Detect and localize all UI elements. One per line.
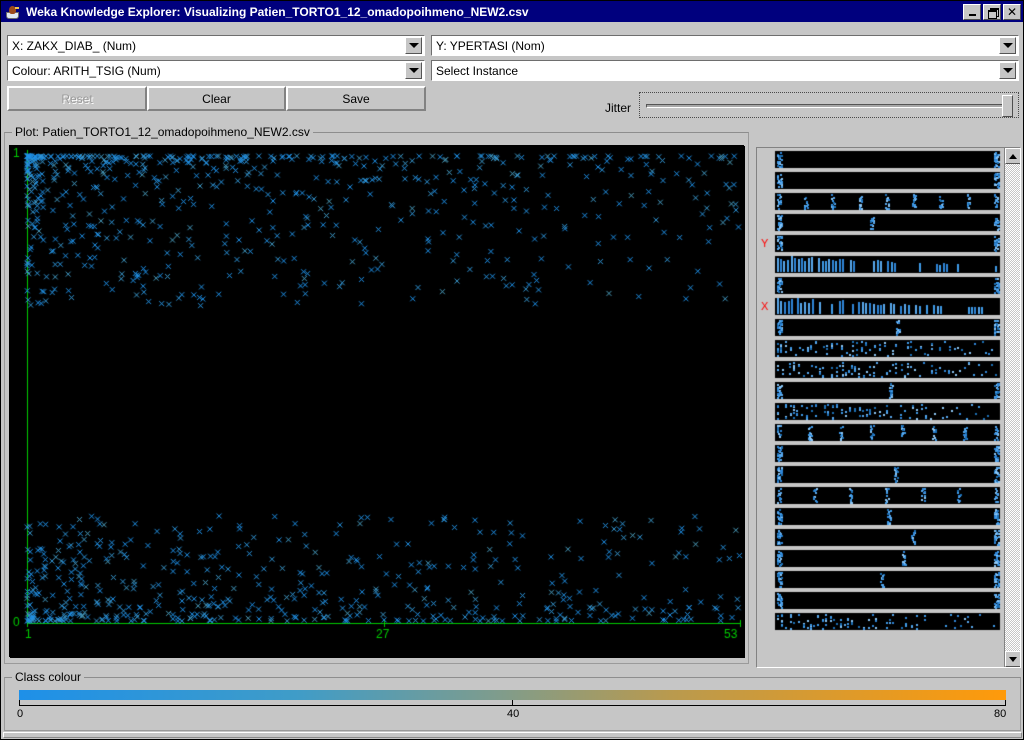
colour-combo[interactable]: Colour: ARITH_TSIG (Num) (7, 60, 425, 81)
class-colour-tick-min: 0 (17, 708, 24, 720)
y-axis-value: Y: YPERTASI (Nom) (436, 38, 545, 53)
plot-panel: Plot: Patien_TORTO1_12_omadopoihmeno_NEW… (4, 125, 749, 664)
scatter-plot-area[interactable] (9, 145, 745, 658)
axis-tick (1005, 700, 1006, 706)
select-instance-value: Select Instance (436, 63, 519, 78)
close-button[interactable]: ✕ (1003, 3, 1021, 20)
class-colour-tick-mid: 40 (507, 708, 520, 720)
attribute-scrollbar[interactable] (1004, 148, 1020, 667)
x-axis-value: X: ZAKX_DIAB_ (Num) (12, 38, 137, 53)
select-instance-combo[interactable]: Select Instance (431, 60, 1019, 81)
class-colour-panel: Class colour 0 40 80 (4, 670, 1021, 731)
reset-button[interactable]: Reset (7, 86, 147, 111)
window-controls: ✕ (963, 3, 1023, 20)
selector-toolbar: X: ZAKX_DIAB_ (Num) Y: YPERTASI (Nom) Co… (1, 22, 1023, 118)
attribute-strips-canvas[interactable] (757, 148, 1006, 667)
colour-value: Colour: ARITH_TSIG (Num) (12, 63, 161, 78)
status-bar (3, 732, 1022, 738)
chevron-down-icon[interactable] (999, 37, 1016, 54)
y-axis-combo[interactable]: Y: YPERTASI (Nom) (431, 35, 1019, 56)
triangle-down-icon[interactable] (1005, 651, 1020, 667)
chevron-down-icon[interactable] (405, 62, 422, 79)
title-bar: Weka Knowledge Explorer: Visualizing Pat… (1, 1, 1023, 22)
chevron-down-icon[interactable] (405, 37, 422, 54)
attribute-strip-panel[interactable] (756, 147, 1021, 668)
window-title: Weka Knowledge Explorer: Visualizing Pat… (26, 4, 529, 19)
chevron-down-icon[interactable] (999, 62, 1016, 79)
plot-panel-title: Plot: Patien_TORTO1_12_omadopoihmeno_NEW… (12, 125, 313, 139)
x-axis-combo[interactable]: X: ZAKX_DIAB_ (Num) (7, 35, 425, 56)
class-colour-tick-max: 80 (994, 708, 1007, 720)
class-colour-title: Class colour (12, 670, 85, 684)
jitter-thumb[interactable] (1002, 95, 1013, 117)
clear-button[interactable]: Clear (147, 86, 286, 111)
axis-tick (19, 700, 20, 706)
class-colour-gradient (19, 690, 1006, 700)
axis-tick (512, 700, 513, 706)
weka-visualize-window: Weka Knowledge Explorer: Visualizing Pat… (0, 0, 1024, 740)
weka-bird-icon (4, 3, 22, 20)
save-button[interactable]: Save (286, 86, 426, 111)
scatter-plot-canvas[interactable] (10, 146, 745, 658)
jitter-track[interactable] (646, 104, 1012, 108)
jitter-label: Jitter (605, 101, 632, 115)
restore-button[interactable] (983, 3, 1001, 20)
minimize-button[interactable] (963, 3, 981, 20)
triangle-up-icon[interactable] (1005, 148, 1020, 164)
jitter-slider[interactable] (639, 92, 1019, 118)
